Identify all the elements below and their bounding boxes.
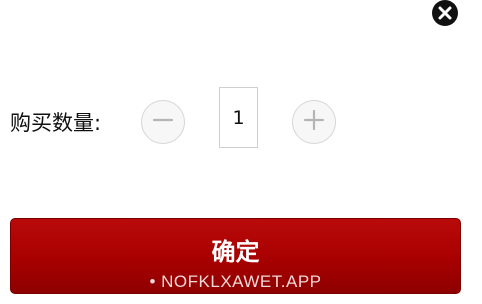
plus-icon <box>303 109 325 135</box>
quantity-input[interactable] <box>219 87 258 148</box>
confirm-button-label: 确定 <box>211 238 260 266</box>
increase-quantity-button[interactable] <box>292 100 336 144</box>
decrease-quantity-button[interactable] <box>141 100 185 144</box>
watermark-text: • NOFKLXAWET.APP <box>149 272 322 291</box>
minus-icon <box>152 109 174 135</box>
purchase-quantity-dialog: 购买数量: 确定 • NOFKLXAWET.APP <box>0 0 482 304</box>
close-button[interactable] <box>432 0 458 26</box>
quantity-label: 购买数量: <box>10 111 102 135</box>
close-icon <box>438 6 452 20</box>
confirm-button[interactable]: 确定 • NOFKLXAWET.APP <box>10 218 461 294</box>
